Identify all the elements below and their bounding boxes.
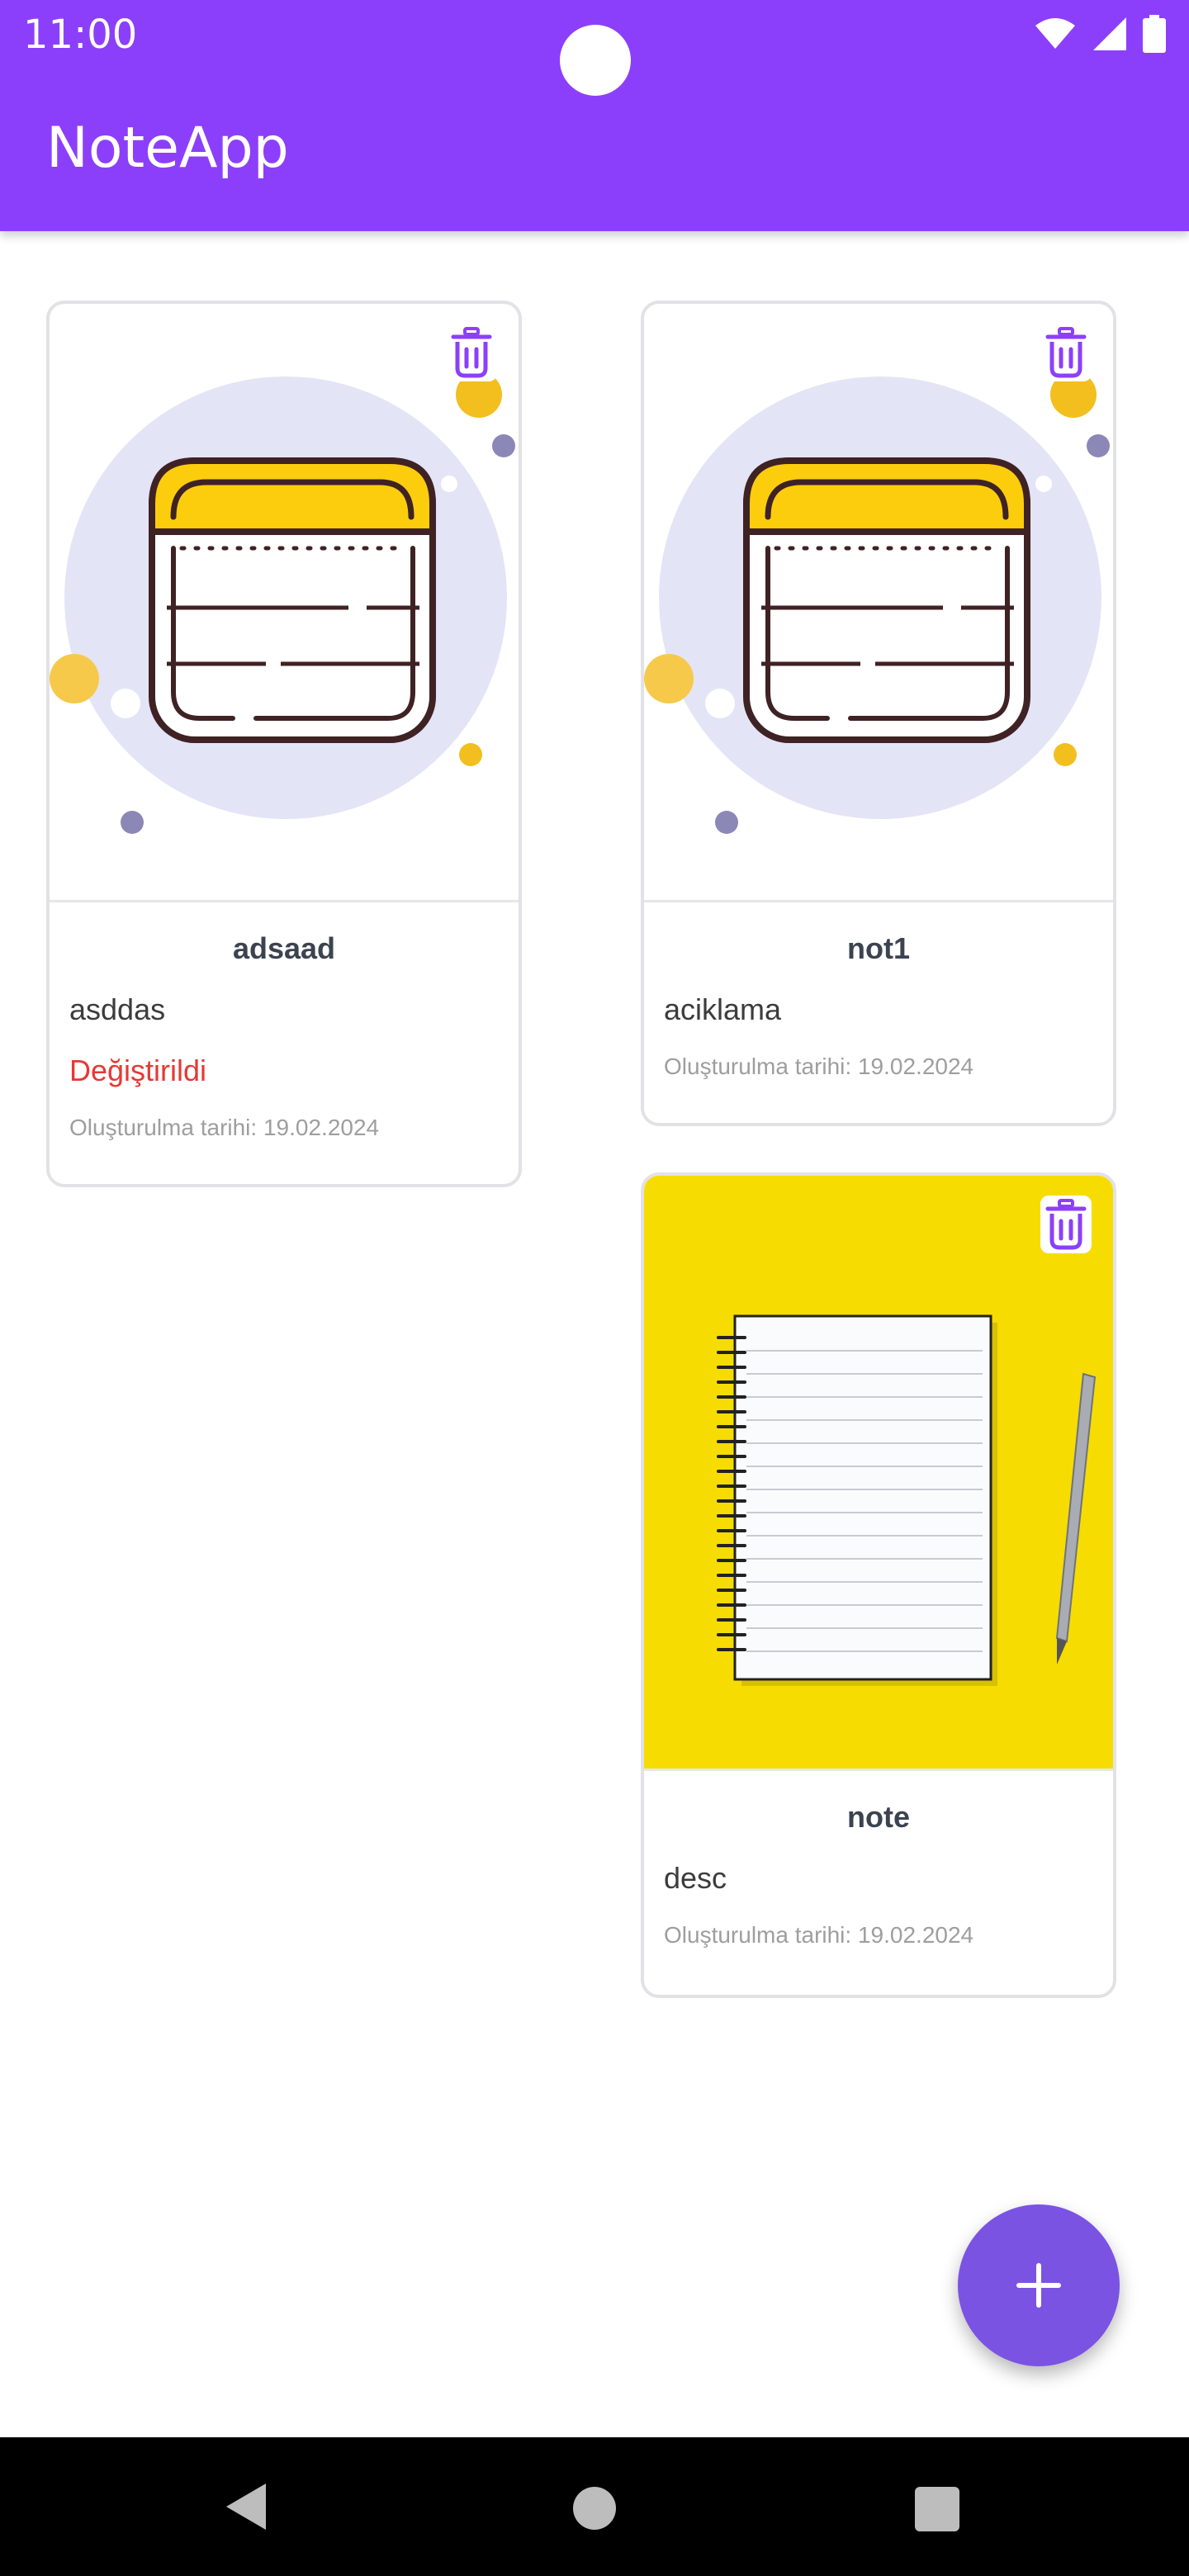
created-date: Oluşturulma tarihi: 19.02.2024 (664, 1054, 974, 1079)
note-title: note (847, 1800, 910, 1834)
notepad-illustration (644, 372, 1110, 834)
system-nav-bar (0, 2437, 1189, 2576)
home-icon[interactable] (573, 2487, 616, 2530)
note-card[interactable]: note desc Oluşturulma tarihi: 19.02.2024 (641, 1172, 1116, 1998)
created-date: Oluşturulma tarihi: 19.02.2024 (664, 1922, 974, 1948)
add-note-button[interactable] (958, 2204, 1120, 2366)
trash-icon (451, 327, 492, 378)
app-bar: 11:00 NoteApp (0, 0, 1189, 231)
note-title: not1 (847, 931, 910, 965)
modified-label: Değiştirildi (69, 1054, 207, 1087)
card-divider (644, 1769, 1113, 1771)
plus-icon (1016, 2263, 1061, 2308)
delete-button[interactable] (1040, 324, 1092, 381)
created-date: Oluşturulma tarihi: 19.02.2024 (69, 1115, 380, 1140)
status-icons (1034, 15, 1166, 53)
note-title: adsaad (232, 931, 336, 965)
notebook-pen-photo (644, 1176, 1113, 1769)
delete-button[interactable] (446, 324, 497, 381)
note-description: aciklama (664, 992, 782, 1026)
note-description: desc (664, 1861, 727, 1895)
trash-icon (1045, 1199, 1087, 1250)
delete-button[interactable] (1040, 1196, 1092, 1253)
back-icon[interactable] (223, 2480, 269, 2533)
trash-icon (1045, 327, 1087, 378)
note-description: asddas (69, 992, 166, 1026)
status-time: 11:00 (23, 12, 138, 58)
camera-cutout (560, 25, 631, 96)
signal-icon (1093, 17, 1126, 50)
card-divider (644, 900, 1113, 902)
notepad-illustration (50, 372, 515, 834)
recents-icon[interactable] (915, 2487, 959, 2531)
wifi-icon (1035, 18, 1075, 49)
note-card[interactable]: adsaad asddas Değiştirildi Oluşturulma t… (46, 301, 522, 1187)
note-card[interactable]: not1 aciklama Oluşturulma tarihi: 19.02.… (641, 301, 1116, 1126)
card-divider (50, 900, 519, 902)
app-title: NoteApp (46, 116, 289, 181)
battery-icon (1143, 15, 1166, 53)
